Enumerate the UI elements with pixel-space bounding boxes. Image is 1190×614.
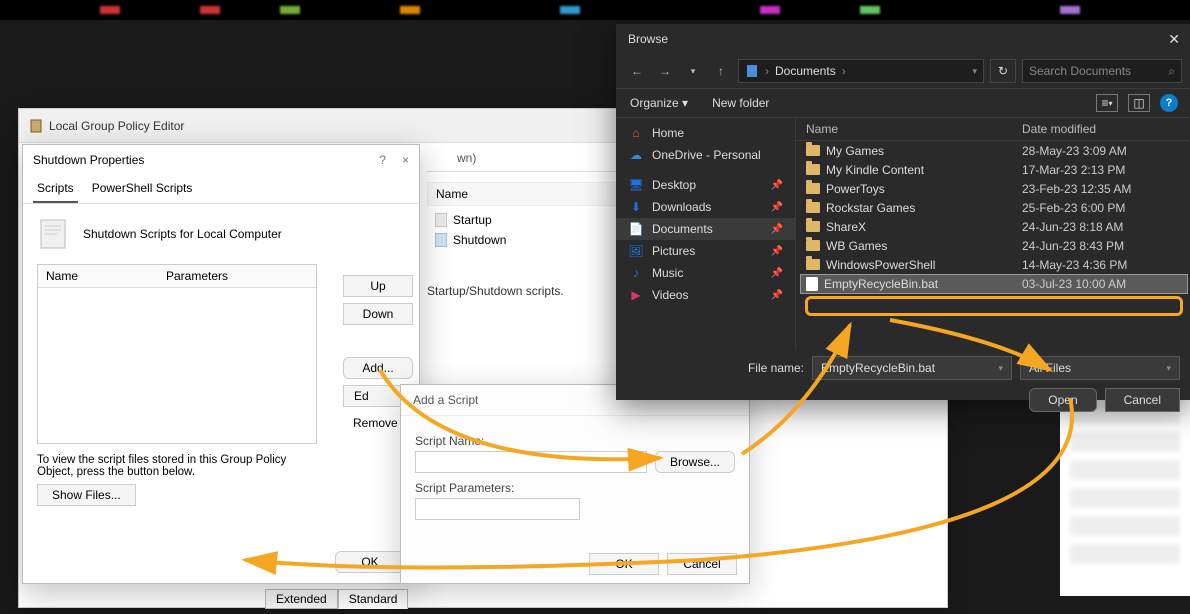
preview-pane-button[interactable]: ◫ <box>1128 94 1150 112</box>
download-icon: ⬇ <box>628 200 644 214</box>
gpedit-view-tabs[interactable]: Extended Standard <box>265 589 408 609</box>
show-files-button[interactable]: Show Files... <box>37 484 136 506</box>
document-icon: 📄 <box>628 222 644 236</box>
file-row[interactable]: PowerToys23-Feb-23 12:35 AM <box>796 179 1190 198</box>
pin-icon: 📌 <box>771 246 783 257</box>
browse-cancel-button[interactable]: Cancel <box>1105 388 1180 412</box>
nav-item-onedrive[interactable]: ☁OneDrive - Personal <box>616 144 795 166</box>
addscript-cancel-button[interactable]: Cancel <box>667 553 737 575</box>
nav-item-documents[interactable]: 📄Documents📌 <box>616 218 795 240</box>
notebook-icon <box>29 119 43 133</box>
folder-icon <box>806 221 820 232</box>
up-icon[interactable]: ↑ <box>710 64 732 78</box>
search-input[interactable]: Search Documents ⌕ <box>1022 59 1182 83</box>
script-icon <box>435 213 447 227</box>
search-icon: ⌕ <box>1168 64 1175 79</box>
nav-item-videos[interactable]: ▶Videos📌 <box>616 284 795 306</box>
script-params-label: Script Parameters: <box>415 481 735 495</box>
nav-item-desktop[interactable]: 🖥Desktop📌 <box>616 174 795 196</box>
taskbar-backdrop <box>0 0 1190 20</box>
nav-item-pictures[interactable]: 🖼Pictures📌 <box>616 240 795 262</box>
desktop-icon: 🖥 <box>628 178 644 192</box>
nav-item-music[interactable]: ♪Music📌 <box>616 262 795 284</box>
tab-scripts[interactable]: Scripts <box>33 175 78 203</box>
nav-item-downloads[interactable]: ⬇Downloads📌 <box>616 196 795 218</box>
help-icon[interactable]: ? <box>379 153 386 167</box>
file-list[interactable]: My Games28-May-23 3:09 AMMy Kindle Conte… <box>796 141 1190 294</box>
close-icon[interactable]: ✕ <box>1168 31 1180 48</box>
props-title-text: Shutdown Properties <box>33 153 144 167</box>
folder-icon <box>806 259 820 270</box>
folder-icon <box>806 145 820 156</box>
up-button[interactable]: Up <box>343 275 413 297</box>
chevron-down-icon[interactable]: ▾ <box>682 66 704 77</box>
forward-icon[interactable]: → <box>654 64 676 78</box>
script-params-input[interactable] <box>415 498 580 520</box>
filename-input[interactable]: EmptyRecycleBin.bat▾ <box>812 356 1012 380</box>
cloud-icon: ☁ <box>628 148 644 162</box>
browse-button[interactable]: Browse... <box>655 451 735 473</box>
filename-label: File name: <box>748 361 804 375</box>
open-button[interactable]: Open <box>1029 388 1096 412</box>
view-mode-button[interactable]: ≡ ▾ <box>1096 94 1118 112</box>
refresh-icon[interactable]: ↻ <box>990 59 1016 83</box>
file-icon <box>806 277 818 291</box>
script-name-input[interactable] <box>415 451 647 473</box>
browse-title-text: Browse <box>628 32 668 46</box>
script-name-label: Script Name: <box>415 434 735 448</box>
file-row[interactable]: ShareX24-Jun-23 8:18 AM <box>796 217 1190 236</box>
folder-icon <box>806 240 820 251</box>
video-icon: ▶ <box>628 288 644 302</box>
back-icon[interactable]: ← <box>626 64 648 78</box>
pin-icon: 📌 <box>771 180 783 191</box>
tab-extended[interactable]: Extended <box>265 589 338 609</box>
col-header-name[interactable]: Name <box>806 122 1022 136</box>
background-page <box>1060 396 1190 596</box>
file-row[interactable]: EmptyRecycleBin.bat03-Jul-23 10:00 AM <box>800 274 1188 294</box>
picture-icon: 🖼 <box>628 244 644 258</box>
address-bar[interactable]: › Documents › ▾ <box>738 59 984 83</box>
nav-item-home[interactable]: ⌂Home <box>616 122 795 144</box>
file-type-filter[interactable]: All Files▾ <box>1020 356 1180 380</box>
close-icon[interactable]: × <box>402 153 409 167</box>
add-button[interactable]: Add... <box>343 357 413 379</box>
browse-dialog: Browse ✕ ← → ▾ ↑ › Documents › ▾ ↻ Searc… <box>616 24 1190 400</box>
chevron-down-icon[interactable]: ▾ <box>972 66 977 77</box>
col-params: Parameters <box>158 265 236 287</box>
new-folder-button[interactable]: New folder <box>712 96 769 110</box>
folder-icon <box>806 164 820 175</box>
col-name: Name <box>38 265 158 287</box>
gpedit-title-text: Local Group Policy Editor <box>49 119 184 133</box>
file-row[interactable]: Rockstar Games25-Feb-23 6:00 PM <box>796 198 1190 217</box>
file-row[interactable]: My Kindle Content17-Mar-23 2:13 PM <box>796 160 1190 179</box>
home-icon: ⌂ <box>628 126 644 140</box>
script-large-icon <box>37 218 69 250</box>
organize-menu[interactable]: Organize ▾ <box>630 96 688 110</box>
script-icon <box>435 233 447 247</box>
addscript-ok-button[interactable]: OK <box>589 553 659 575</box>
tab-standard[interactable]: Standard <box>338 589 409 609</box>
file-row[interactable]: WindowsPowerShell14-May-23 4:36 PM <box>796 255 1190 274</box>
col-header-modified[interactable]: Date modified <box>1022 122 1182 136</box>
pin-icon: 📌 <box>771 268 783 279</box>
music-icon: ♪ <box>628 266 644 280</box>
pin-icon: 📌 <box>771 290 783 301</box>
props-info: To view the script files stored in this … <box>37 454 317 478</box>
down-button[interactable]: Down <box>343 303 413 325</box>
navigation-pane[interactable]: ⌂Home☁OneDrive - Personal 🖥Desktop📌⬇Downl… <box>616 118 796 348</box>
props-desc: Shutdown Scripts for Local Computer <box>83 227 282 241</box>
document-icon <box>745 64 759 78</box>
shutdown-properties-dialog: Shutdown Properties ? × Scripts PowerShe… <box>22 144 420 584</box>
tab-powershell[interactable]: PowerShell Scripts <box>88 175 197 203</box>
scripts-listbox[interactable]: Name Parameters <box>37 264 317 444</box>
ok-button[interactable]: OK <box>335 551 405 573</box>
help-icon[interactable]: ? <box>1160 94 1178 112</box>
folder-icon <box>806 183 820 194</box>
pin-icon: 📌 <box>771 202 783 213</box>
file-row[interactable]: WB Games24-Jun-23 8:43 PM <box>796 236 1190 255</box>
folder-icon <box>806 202 820 213</box>
file-row[interactable]: My Games28-May-23 3:09 AM <box>796 141 1190 160</box>
pin-icon: 📌 <box>771 224 783 235</box>
